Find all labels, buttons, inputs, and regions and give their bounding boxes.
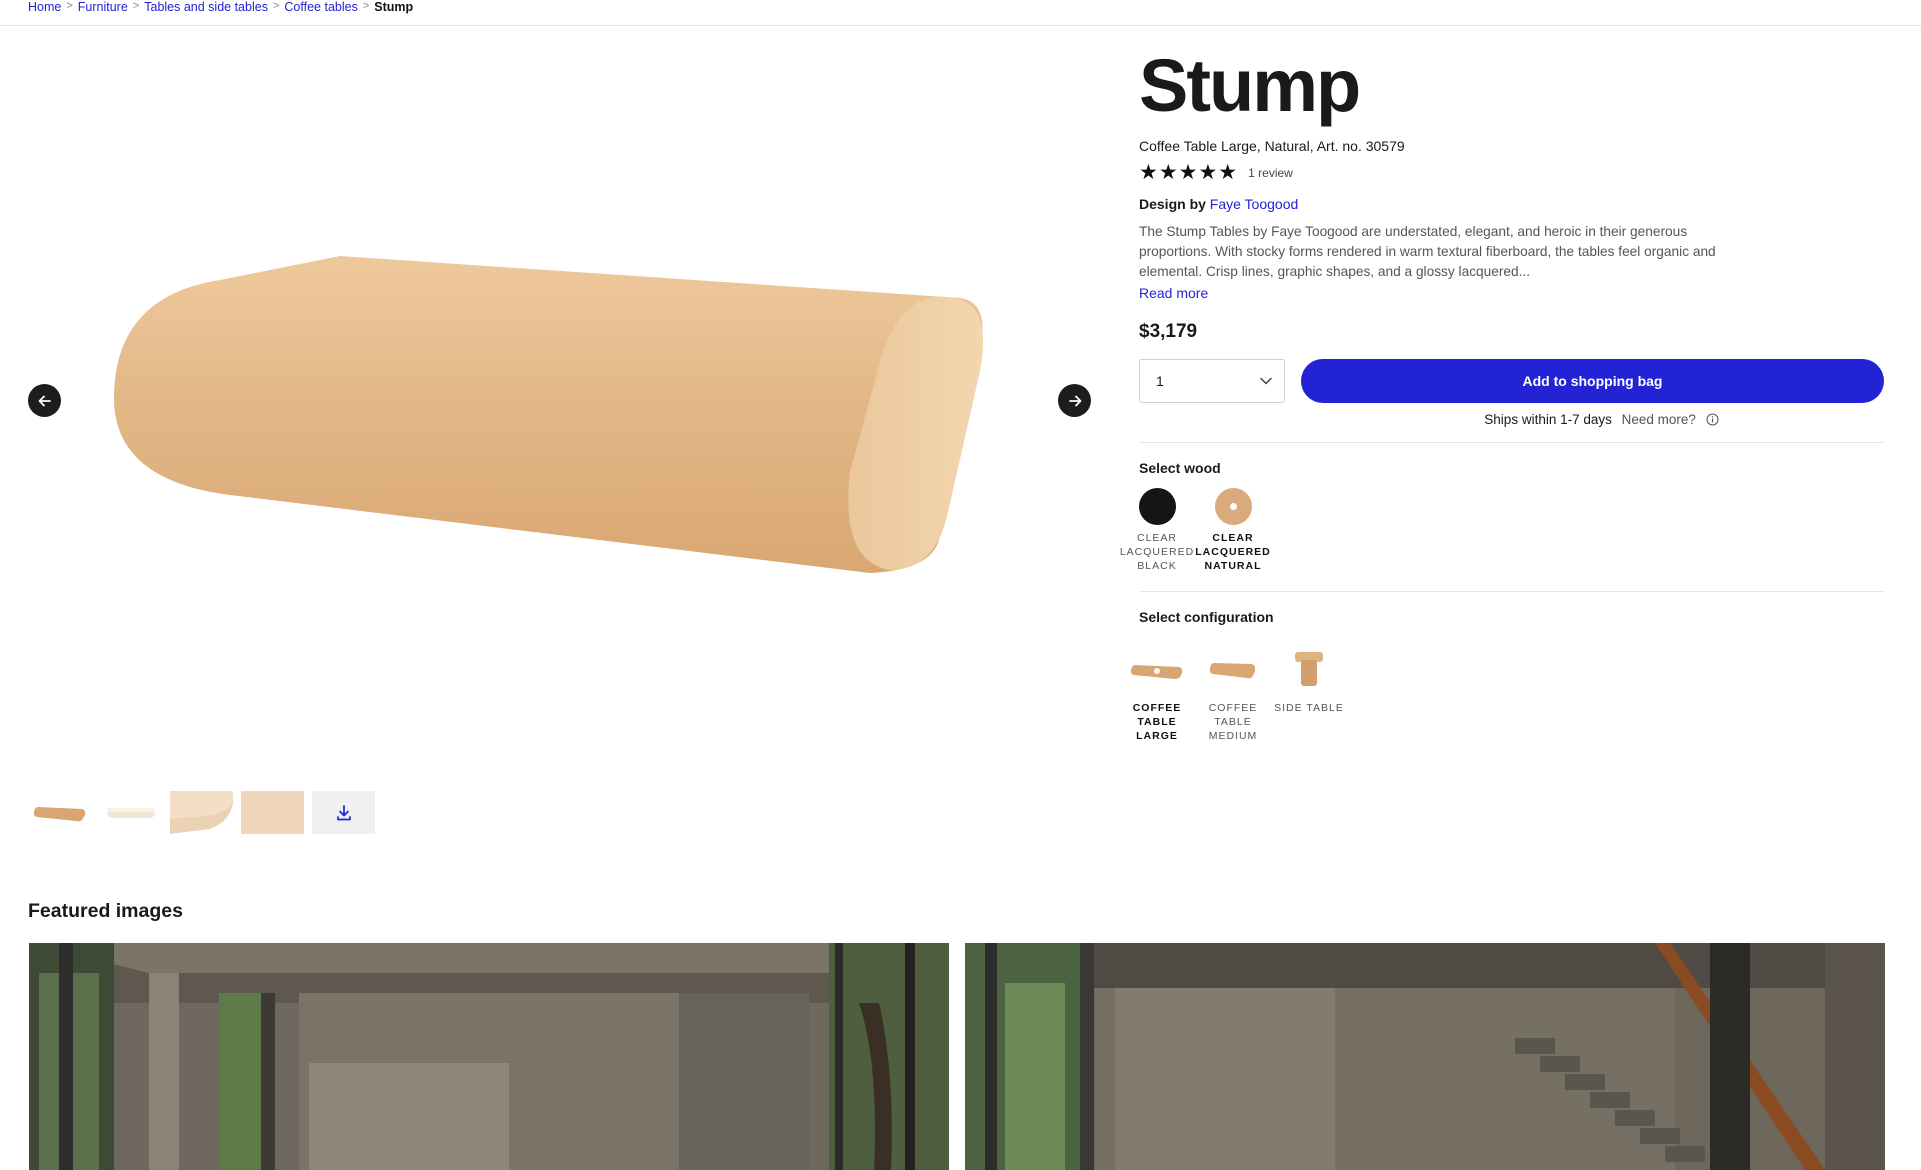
breadcrumb-home[interactable]: Home [28, 0, 61, 14]
config-label: Coffee table large [1132, 702, 1182, 742]
product-info-panel: Stump Coffee Table Large, Natural, Art. … [1120, 42, 1884, 743]
next-image-button[interactable] [1058, 384, 1091, 417]
breadcrumb-current: Stump [374, 0, 414, 14]
quantity-value: 1 [1156, 373, 1164, 389]
arrow-left-icon [38, 395, 51, 406]
main-product-image[interactable] [100, 240, 1000, 600]
breadcrumb-separator: > [132, 0, 140, 12]
featured-image-1[interactable] [29, 943, 949, 1170]
add-to-bag-button[interactable]: Add to shopping bag [1301, 359, 1884, 403]
breadcrumb-separator: > [66, 0, 73, 12]
header-divider [0, 25, 1921, 26]
design-by-label: Design by [1139, 196, 1206, 212]
configuration-options: Coffee table large Coffee table medium S… [1119, 645, 1884, 743]
previous-image-button[interactable] [28, 384, 61, 417]
config-label: Side table [1274, 702, 1344, 714]
select-wood-title: Select wood [1139, 460, 1221, 476]
shipping-info: Ships within 1-7 days Need more? [1139, 412, 1884, 427]
section-divider [1139, 442, 1884, 443]
arrow-right-icon [1068, 395, 1081, 406]
thumbnail-1[interactable] [28, 791, 91, 834]
selected-dot-icon [1229, 503, 1237, 510]
wood-option-black[interactable]: Clear lacquered black [1119, 488, 1195, 573]
breadcrumb-coffee-tables[interactable]: Coffee tables [284, 0, 357, 14]
config-coffee-table-large[interactable]: Coffee table large [1119, 645, 1195, 743]
wood-options: Clear lacquered black Clear lacquered na… [1119, 488, 1884, 573]
chevron-down-icon [1260, 377, 1272, 385]
natural-swatch [1214, 488, 1252, 525]
breadcrumb-separator: > [362, 0, 370, 12]
breadcrumb-separator: > [272, 0, 280, 12]
coffee-table-medium-image [1203, 645, 1263, 695]
ships-text: Ships within 1-7 days [1484, 412, 1612, 427]
review-count[interactable]: 1 review [1248, 166, 1293, 180]
product-description: The Stump Tables by Faye Toogood are und… [1139, 224, 1716, 279]
designer-line: Design by Faye Toogood [1139, 196, 1884, 212]
buy-row: 1 Add to shopping bag [1139, 359, 1884, 403]
thumbnail-strip [28, 791, 375, 834]
wood-option-label: Clear lacquered black [1119, 532, 1195, 572]
wood-option-label: Clear lacquered natural [1195, 532, 1271, 572]
select-configuration-title: Select configuration [1139, 609, 1274, 625]
thumbnail-2[interactable] [99, 791, 162, 834]
download-images-button[interactable] [312, 791, 375, 834]
featured-image-2[interactable] [965, 943, 1885, 1170]
product-price: $3,179 [1139, 321, 1198, 342]
breadcrumb-tables[interactable]: Tables and side tables [144, 0, 268, 14]
designer-link[interactable]: Faye Toogood [1210, 196, 1298, 212]
config-side-table[interactable]: Side table [1271, 645, 1347, 743]
quantity-select[interactable]: 1 [1139, 359, 1285, 403]
black-swatch [1138, 488, 1176, 525]
breadcrumb: Home > Furniture > Tables and side table… [28, 0, 413, 24]
side-table-image [1279, 645, 1339, 695]
product-title: Stump [1139, 44, 1361, 127]
section-divider [1139, 591, 1884, 592]
need-more-link[interactable]: Need more? [1622, 412, 1696, 427]
thumbnail-3[interactable] [170, 791, 233, 834]
coffee-table-large-image [1127, 645, 1187, 695]
rating-stars-icon: ★★★★★ [1139, 161, 1239, 184]
product-subtitle: Coffee Table Large, Natural, Art. no. 30… [1139, 138, 1405, 154]
config-coffee-table-medium[interactable]: Coffee table medium [1195, 645, 1271, 743]
read-more-link[interactable]: Read more [1139, 285, 1208, 301]
thumbnail-4[interactable] [241, 791, 304, 834]
wood-option-natural[interactable]: Clear lacquered natural [1195, 488, 1271, 573]
config-label: Coffee table medium [1208, 702, 1258, 742]
info-icon[interactable] [1706, 413, 1719, 426]
download-icon [336, 804, 351, 820]
featured-images-title: Featured images [28, 900, 183, 922]
rating[interactable]: ★★★★★ 1 review [1139, 162, 1884, 184]
breadcrumb-furniture[interactable]: Furniture [78, 0, 128, 14]
